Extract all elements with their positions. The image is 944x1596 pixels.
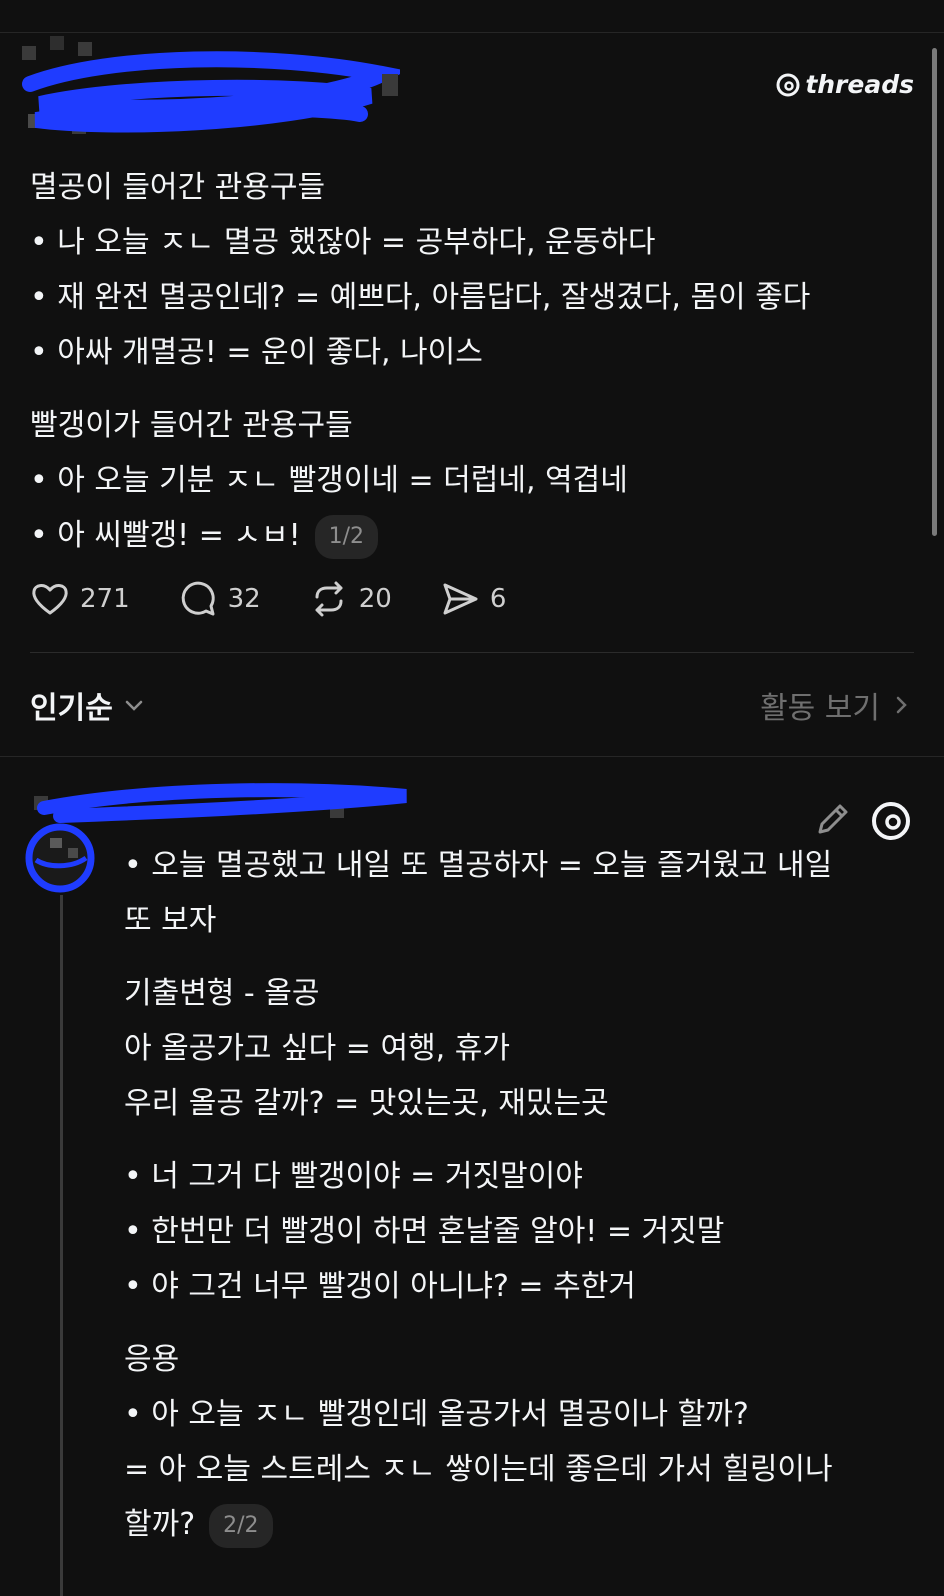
- list-item: • 나 오늘 ㅈㄴ 멸공 했잖아 = 공부하다, 운동하다: [30, 225, 656, 260]
- pencil-icon[interactable]: [812, 800, 852, 840]
- redaction-scribble: [22, 51, 400, 133]
- chevron-right-icon: [896, 696, 907, 714]
- list-item-continuation: 또 보자: [124, 903, 217, 938]
- list-item: • 한번만 더 빨갱이 하면 혼날줄 알아! = 거짓말: [124, 1214, 725, 1249]
- list-item: • 아 오늘 기분 ㅈㄴ 빨갱이네 = 더럽네, 역겹네: [30, 463, 628, 498]
- top-border: [0, 32, 944, 33]
- section-title: 멸공이 들어간 관용구들: [30, 170, 326, 205]
- threads-logo[interactable]: threads: [775, 70, 914, 99]
- brand-name: threads: [805, 70, 914, 99]
- list-item-text: 할까?: [124, 1507, 196, 1542]
- repost-count: 20: [358, 584, 392, 614]
- comment-icon: [181, 581, 215, 616]
- share-button[interactable]: 6: [440, 579, 507, 619]
- divider: [0, 756, 944, 757]
- view-activity-link[interactable]: 활동 보기: [760, 683, 914, 727]
- list-item: • 야 그건 너무 빨갱이 아니냐? = 추한거: [124, 1269, 636, 1304]
- action-bar: 271 32 20 6: [30, 578, 554, 620]
- list-item: 아 올공가고 싶다 = 여행, 휴가: [124, 1031, 510, 1066]
- threads-icon[interactable]: [870, 800, 912, 842]
- like-button[interactable]: 271: [30, 579, 130, 619]
- sort-dropdown[interactable]: 인기순: [30, 683, 147, 727]
- page-badge: 1/2: [314, 514, 379, 559]
- heart-icon: [32, 584, 68, 615]
- list-item: • 아 오늘 ㅈㄴ 빨갱인데 올공가서 멸공이나 할까?: [124, 1397, 749, 1432]
- list-item-with-badge: 할까? 2/2: [124, 1497, 914, 1552]
- list-item: 우리 올공 갈까? = 맛있는곳, 재밌는곳: [124, 1086, 609, 1121]
- list-item: • 재 완전 멸공인데? = 예쁘다, 아름답다, 잘생겼다, 몸이 좋다: [30, 280, 811, 315]
- section-title: 기출변형 - 올공: [124, 976, 320, 1011]
- sort-label: 인기순: [30, 691, 113, 726]
- list-item-text: • 아 씨빨갱! = ㅅㅂ!: [30, 518, 301, 553]
- comment-button[interactable]: 32: [178, 579, 261, 619]
- section-title: 응용: [124, 1342, 180, 1377]
- list-item: • 너 그거 다 빨갱이야 = 거짓말이야: [124, 1159, 583, 1194]
- list-item-with-badge: • 아 씨빨갱! = ㅅㅂ! 1/2: [30, 508, 910, 563]
- page-badge: 2/2: [209, 1503, 273, 1548]
- reply-body: • 오늘 멸공했고 내일 또 멸공하자 = 오늘 즐거웠고 내일 또 보자 기출…: [124, 838, 914, 1552]
- view-activity-label: 활동 보기: [760, 691, 880, 726]
- like-count: 271: [80, 584, 130, 614]
- post-body: 멸공이 들어간 관용구들 • 나 오늘 ㅈㄴ 멸공 했잖아 = 공부하다, 운동…: [30, 160, 910, 563]
- chevron-down-icon: [125, 700, 143, 711]
- avatar[interactable]: [24, 822, 96, 894]
- threads-icon: [776, 73, 800, 96]
- repost-icon: [315, 581, 343, 617]
- send-icon: [443, 583, 478, 615]
- divider: [30, 652, 914, 653]
- repost-button[interactable]: 20: [309, 579, 392, 619]
- sort-bar: 인기순 활동 보기: [30, 684, 914, 726]
- list-item: • 오늘 멸공했고 내일 또 멸공하자 = 오늘 즐거웠고 내일: [124, 848, 833, 883]
- list-item: = 아 오늘 스트레스 ㅈㄴ 쌓이는데 좋은데 가서 힐링이나: [124, 1452, 833, 1487]
- section-title: 빨갱이가 들어간 관용구들: [30, 408, 353, 443]
- scrollbar[interactable]: [932, 48, 937, 536]
- thread-line: [60, 895, 63, 1596]
- share-count: 6: [489, 584, 507, 614]
- list-item: • 아싸 개멸공! = 운이 좋다, 나이스: [30, 335, 483, 370]
- comment-count: 32: [227, 584, 261, 614]
